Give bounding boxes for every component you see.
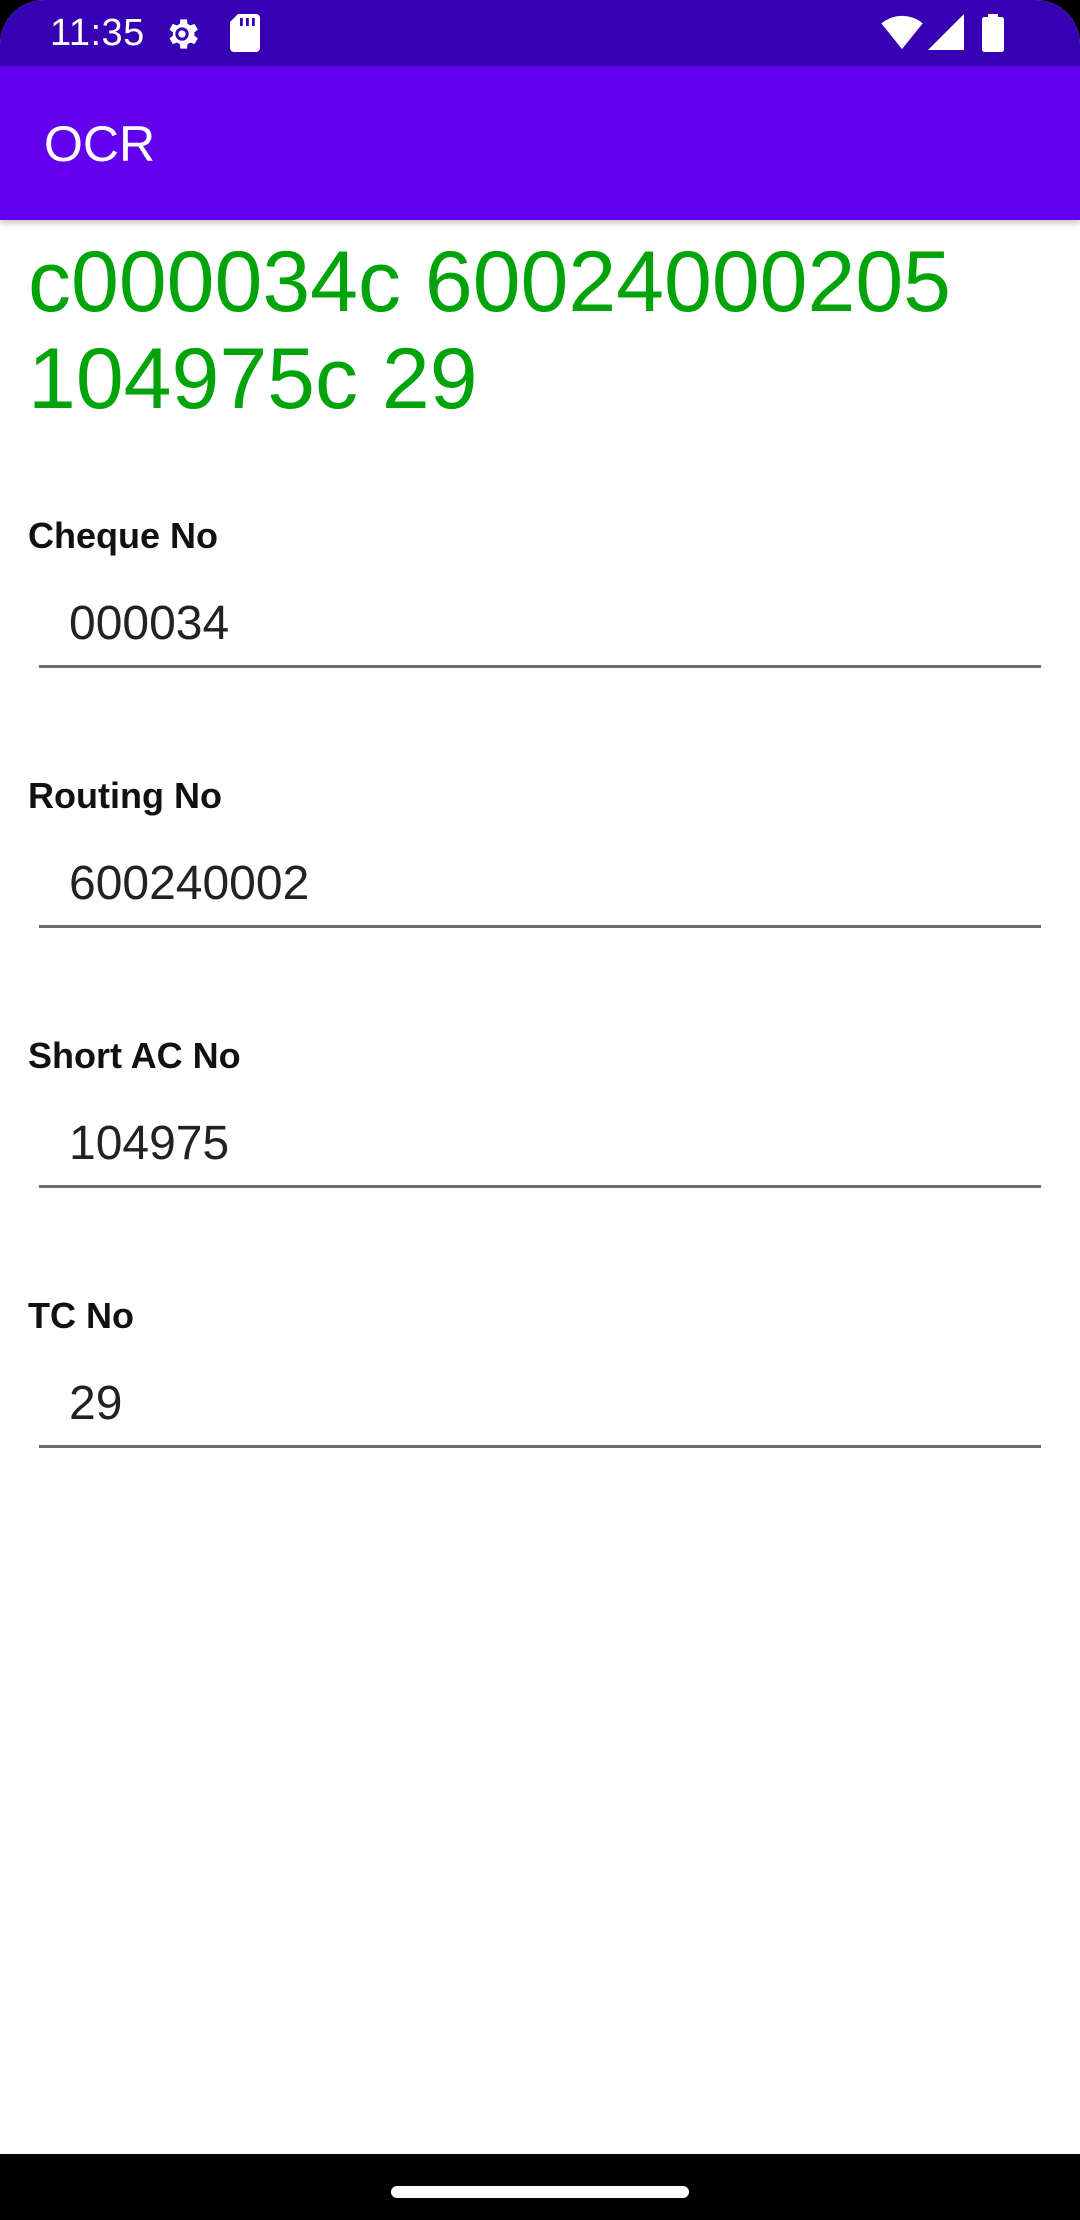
- sd-card-icon: [230, 14, 260, 52]
- wifi-icon: [880, 14, 924, 52]
- ocr-result-text: c000034c 60024000205 104975c 29: [28, 234, 951, 427]
- main-content: c000034c 60024000205 104975c 29 Cheque N…: [0, 220, 1080, 2150]
- cheque-no-label: Cheque No: [28, 515, 219, 556]
- status-bar: 11:35: [0, 0, 1080, 66]
- status-time: 11:35: [50, 12, 145, 54]
- short-ac-no-label: Short AC No: [28, 1035, 241, 1076]
- settings-gear-icon: [162, 14, 202, 52]
- tc-no-field[interactable]: [39, 1362, 1041, 1448]
- short-ac-no-field[interactable]: [39, 1102, 1041, 1188]
- app-screen: 11:35 OCR c000034c 60024000205 104975c 2…: [0, 0, 1080, 2220]
- app-bar: OCR: [0, 66, 1080, 220]
- routing-no-field[interactable]: [39, 842, 1041, 928]
- app-title: OCR: [44, 116, 156, 172]
- navigation-bar: [0, 2154, 1080, 2220]
- routing-no-label: Routing No: [28, 775, 222, 816]
- cell-signal-icon: [928, 14, 964, 52]
- cheque-no-field[interactable]: [39, 582, 1041, 668]
- home-gesture-handle[interactable]: [391, 2186, 689, 2198]
- tc-no-label: TC No: [28, 1295, 134, 1336]
- battery-icon: [982, 14, 1004, 52]
